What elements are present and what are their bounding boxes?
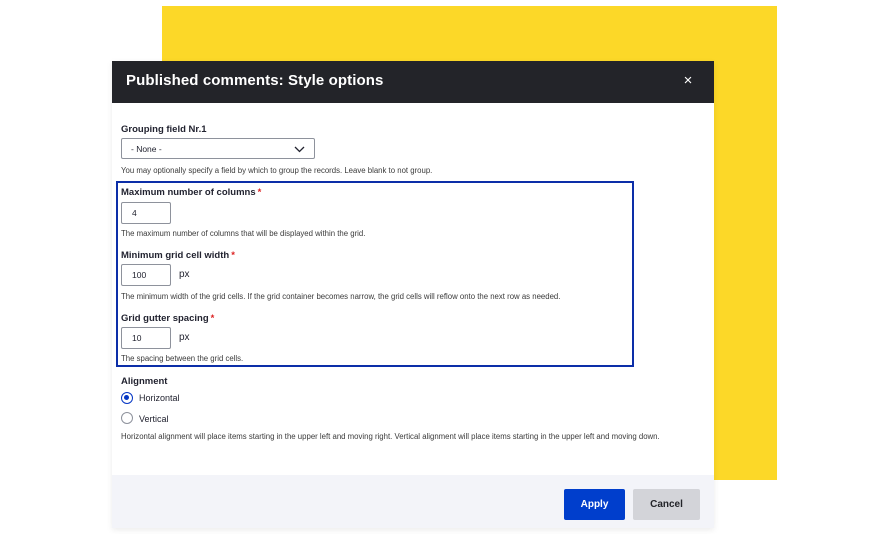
close-button[interactable]: × [680,72,696,90]
dialog-title: Published comments: Style options [126,72,384,89]
gutter-spacing-label: Grid gutter spacing * [121,313,214,324]
grouping-field-value: - None - [131,144,162,154]
required-mark: * [210,313,215,324]
chevron-down-icon [294,146,305,153]
gutter-spacing-unit: px [179,332,190,343]
max-columns-label: Maximum number of columns * [121,187,261,198]
alignment-description: Horizontal alignment will place items st… [121,432,660,441]
gutter-spacing-description: The spacing between the grid cells. [121,354,244,363]
radio-vertical[interactable] [121,412,133,424]
gutter-spacing-label-text: Grid gutter spacing [121,313,209,324]
cell-width-input[interactable]: 100 [121,264,171,286]
max-columns-input[interactable]: 4 [121,202,171,224]
apply-button[interactable]: Apply [564,489,625,520]
required-mark: * [231,250,235,261]
style-options-dialog: Published comments: Style options × Grou… [112,61,714,528]
close-icon: × [683,72,693,89]
cell-width-label-text: Minimum grid cell width [121,250,230,261]
grouping-field-label: Grouping field Nr.1 [121,124,207,135]
alignment-label: Alignment [121,376,168,387]
max-columns-label-text: Maximum number of columns [121,187,256,198]
dialog-footer: Apply Cancel [112,475,714,528]
cell-width-unit: px [179,269,190,280]
stage: Published comments: Style options × Grou… [0,0,890,534]
radio-horizontal-label[interactable]: Horizontal [139,393,180,403]
max-columns-description: The maximum number of columns that will … [121,229,366,238]
dialog-titlebar: Published comments: Style options × [112,61,714,103]
required-mark: * [257,187,262,198]
highlight-box [116,181,634,367]
gutter-spacing-input[interactable]: 10 [121,327,171,349]
grouping-field-description: You may optionally specify a field by wh… [121,166,433,175]
radio-horizontal[interactable] [121,392,133,404]
cell-width-label: Minimum grid cell width * [121,250,235,261]
cancel-button[interactable]: Cancel [633,489,700,520]
cell-width-description: The minimum width of the grid cells. If … [121,292,561,301]
grouping-field-select[interactable]: - None - [121,138,315,159]
radio-vertical-label[interactable]: Vertical [139,414,169,424]
